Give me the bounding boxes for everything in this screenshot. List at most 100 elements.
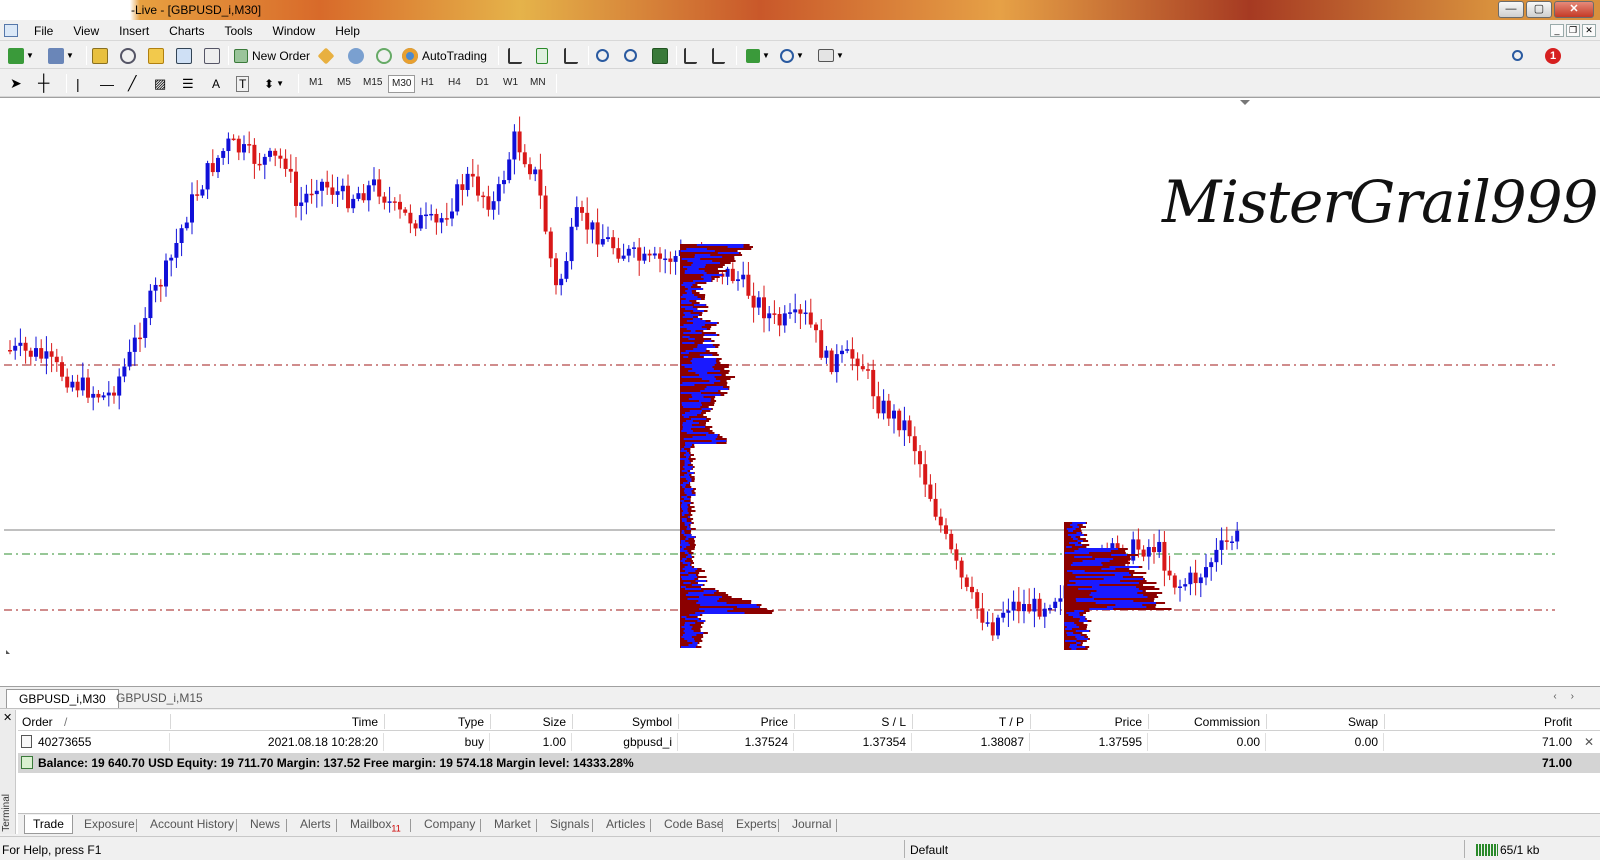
templates-icon[interactable]: ▼ <box>818 46 844 65</box>
chart-tabs-scroll-arrows[interactable]: ‹› <box>1553 691 1588 702</box>
menu-file[interactable]: File <box>24 24 63 38</box>
col-order[interactable]: Order <box>22 715 53 729</box>
menu-charts[interactable]: Charts <box>159 24 214 38</box>
text-label-icon[interactable]: T <box>236 74 250 93</box>
trendline-icon[interactable]: ╱ <box>128 74 136 93</box>
community-icon[interactable] <box>348 46 364 65</box>
col-current-price[interactable]: Price <box>1038 715 1142 729</box>
col-commission[interactable]: Commission <box>1156 715 1260 729</box>
mdi-restore-button[interactable]: ❐ <box>1566 24 1580 37</box>
volume-profile-bar <box>681 512 689 514</box>
col-type[interactable]: Type <box>398 715 484 729</box>
auto-scroll-icon[interactable] <box>712 46 725 65</box>
timeframe-m5[interactable]: M5 <box>334 75 354 93</box>
zoom-in-icon[interactable] <box>596 46 609 65</box>
timeframe-h4[interactable]: H4 <box>445 75 464 93</box>
col-price[interactable]: Price <box>686 715 788 729</box>
tab-articles[interactable]: Articles <box>598 815 653 834</box>
crosshair-icon[interactable]: ┼ <box>38 74 49 93</box>
notifications-icon[interactable]: 1 <box>1545 46 1561 65</box>
tile-windows-icon[interactable] <box>652 46 668 65</box>
metaeditor-icon[interactable] <box>317 46 335 65</box>
window-title: -Live - [GBPUSD_i,M30] <box>131 3 262 17</box>
menu-tools[interactable]: Tools <box>215 24 263 38</box>
timeframe-w1[interactable]: W1 <box>500 75 521 93</box>
tab-news[interactable]: News <box>242 815 288 834</box>
volume-profile-bar <box>1072 562 1102 564</box>
col-sl[interactable]: S / L <box>802 715 906 729</box>
search-icon[interactable] <box>1512 46 1523 65</box>
volume-profile-bar <box>681 626 693 628</box>
navigator-icon[interactable] <box>148 46 164 65</box>
new-chart-icon[interactable]: ▼ <box>8 46 34 65</box>
tab-trade[interactable]: Trade <box>24 815 73 834</box>
col-size[interactable]: Size <box>498 715 566 729</box>
vertical-line-icon[interactable]: | <box>76 74 80 93</box>
market-watch-icon[interactable] <box>92 46 108 65</box>
timeframe-m1[interactable]: M1 <box>306 75 326 93</box>
volume-profile-bar <box>690 418 707 420</box>
text-tool-icon[interactable]: A <box>212 74 220 93</box>
terminal-close-icon[interactable]: ✕ <box>3 711 12 724</box>
fibonacci-icon[interactable]: ☰ <box>182 74 194 93</box>
terminal-icon[interactable] <box>176 46 192 65</box>
candlestick-icon[interactable] <box>536 46 548 65</box>
indicators-icon[interactable]: ▼ <box>746 46 770 65</box>
bar-chart-icon[interactable] <box>508 46 522 65</box>
strategy-tester-icon[interactable] <box>204 46 220 65</box>
timeframe-h1[interactable]: H1 <box>418 75 437 93</box>
tab-signals[interactable]: Signals <box>542 815 597 834</box>
tab-company[interactable]: Company <box>416 815 483 834</box>
tab-account-history[interactable]: Account History <box>142 815 242 834</box>
line-chart-icon[interactable] <box>564 46 578 65</box>
menu-help[interactable]: Help <box>325 24 370 38</box>
timeframe-d1[interactable]: D1 <box>473 75 492 93</box>
periods-icon[interactable]: ▼ <box>780 46 804 65</box>
menu-view[interactable]: View <box>63 24 109 38</box>
zoom-out-icon[interactable] <box>624 46 637 65</box>
timeframe-mn[interactable]: MN <box>527 75 549 93</box>
col-profit[interactable]: Profit <box>1392 715 1572 729</box>
tab-code-base[interactable]: Code Base <box>656 815 731 834</box>
tab-exposure[interactable]: Exposure <box>76 815 143 834</box>
volume-profile-bar <box>685 588 702 590</box>
menu-window[interactable]: Window <box>263 24 326 38</box>
timeframe-m15[interactable]: M15 <box>360 75 385 93</box>
profiles-icon[interactable]: ▼ <box>48 46 74 65</box>
volume-profile-bar <box>683 582 691 584</box>
horizontal-line-icon[interactable]: — <box>100 74 114 93</box>
mdi-close-button[interactable]: ✕ <box>1582 24 1596 37</box>
tab-journal[interactable]: Journal <box>784 815 839 834</box>
maximize-button[interactable]: ▢ <box>1526 1 1552 18</box>
col-tp[interactable]: T / P <box>920 715 1024 729</box>
volume-profile-bar <box>1069 644 1077 646</box>
equidistant-channel-icon[interactable]: ▨ <box>154 74 166 93</box>
cursor-icon[interactable]: ➤ <box>10 74 22 93</box>
chart-tab-gbpusd-m15[interactable]: GBPUSD_i,M15 <box>104 689 215 708</box>
price-chart[interactable]: MisterGrail999© <box>0 97 1600 687</box>
mdi-minimize-button[interactable]: _ <box>1550 24 1564 37</box>
app-icon[interactable] <box>4 24 18 37</box>
col-swap[interactable]: Swap <box>1274 715 1378 729</box>
close-order-icon[interactable]: ✕ <box>1584 735 1594 749</box>
tab-market[interactable]: Market <box>486 815 539 834</box>
signals-icon[interactable] <box>376 46 392 65</box>
menu-insert[interactable]: Insert <box>109 24 159 38</box>
status-profile[interactable]: Default <box>910 843 948 857</box>
chart-shift-icon[interactable] <box>684 46 697 65</box>
autotrading-button[interactable]: AutoTrading <box>402 46 487 65</box>
close-button[interactable]: ✕ <box>1554 1 1594 18</box>
arrows-icon[interactable]: ⬍ ▼ <box>264 74 284 93</box>
tab-experts[interactable]: Experts <box>728 815 785 834</box>
col-time[interactable]: Time <box>268 715 378 729</box>
timeframe-m30[interactable]: M30 <box>388 75 416 93</box>
data-window-icon[interactable] <box>120 46 136 65</box>
col-symbol[interactable]: Symbol <box>580 715 672 729</box>
volume-profile-bar <box>686 456 690 458</box>
tab-alerts[interactable]: Alerts <box>292 815 339 834</box>
new-order-button[interactable]: New Order <box>234 46 310 65</box>
table-row[interactable]: 40273655 2021.08.18 10:28:20 buy 1.00 gb… <box>18 732 1600 752</box>
tab-mailbox[interactable]: Mailbox11 <box>342 815 409 834</box>
minimize-button[interactable]: — <box>1498 1 1524 18</box>
chart-tab-gbpusd-m30[interactable]: GBPUSD_i,M30 <box>6 689 119 708</box>
